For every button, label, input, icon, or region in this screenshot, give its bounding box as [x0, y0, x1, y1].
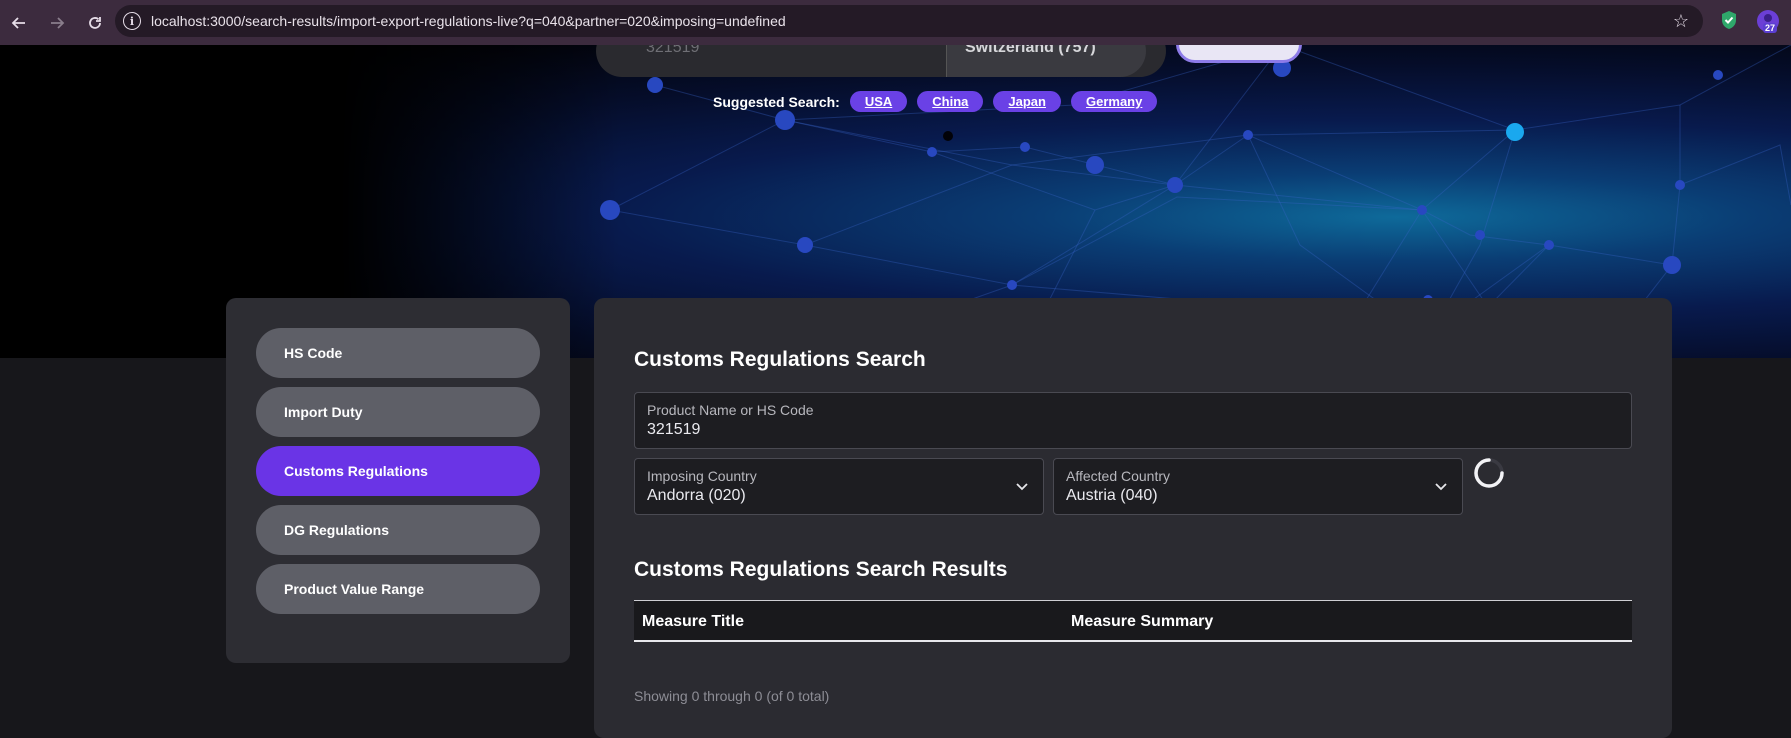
url-text[interactable]: localhost:3000/search-results/import-exp…	[151, 13, 786, 29]
product-field-value[interactable]: 321519	[647, 421, 700, 439]
affected-country-label: Affected Country	[1066, 468, 1171, 484]
sidebar-item-hs-code[interactable]: HS Code	[256, 328, 540, 378]
product-field[interactable]: Product Name or HS Code 321519	[634, 392, 1632, 449]
chevron-down-icon[interactable]	[1015, 479, 1029, 493]
affected-country-select[interactable]: Affected Country Austria (040)	[1053, 458, 1463, 515]
site-info-icon[interactable]: i	[123, 12, 141, 30]
suggestion-chip-germany[interactable]: Germany	[1070, 91, 1158, 112]
main-panel: Customs Regulations Search Product Name …	[594, 298, 1672, 738]
sidebar: HS Code Import Duty Customs Regulations …	[226, 298, 570, 663]
column-measure-summary[interactable]: Measure Summary	[1071, 613, 1213, 631]
results-table-header: Measure Title Measure Summary	[634, 600, 1632, 642]
imposing-country-label: Imposing Country	[647, 468, 757, 484]
page-title: Customs Regulations Search	[634, 348, 926, 371]
bookmark-star-icon[interactable]: ☆	[1673, 11, 1689, 32]
back-icon[interactable]	[6, 10, 32, 36]
sidebar-item-import-duty[interactable]: Import Duty	[256, 387, 540, 437]
sidebar-item-dg-regulations[interactable]: DG Regulations	[256, 505, 540, 555]
product-field-label: Product Name or HS Code	[647, 402, 814, 418]
suggestion-chip-usa[interactable]: USA	[849, 91, 908, 112]
address-bar[interactable]: i localhost:3000/search-results/import-e…	[115, 5, 1703, 37]
forward-icon[interactable]	[44, 10, 70, 36]
extension-count-badge: 27	[1763, 23, 1778, 33]
loading-spinner-icon	[1474, 458, 1504, 488]
suggested-search: Suggested Search: USA China Japan German…	[713, 91, 1158, 112]
column-measure-title[interactable]: Measure Title	[642, 613, 744, 631]
search-country-value: Switzerland (757)	[965, 45, 1096, 56]
affected-country-value: Austria (040)	[1066, 487, 1158, 504]
suggestion-chip-japan[interactable]: Japan	[993, 91, 1061, 112]
imposing-country-value: Andorra (020)	[647, 487, 746, 504]
reload-icon[interactable]	[82, 10, 108, 36]
suggestion-chip-china[interactable]: China	[917, 91, 984, 112]
results-title: Customs Regulations Search Results	[634, 558, 1008, 581]
sidebar-item-product-value-range[interactable]: Product Value Range	[256, 564, 540, 614]
browser-toolbar: i localhost:3000/search-results/import-e…	[0, 0, 1791, 45]
search-input-value: 321519	[646, 45, 700, 56]
sidebar-item-customs-regulations[interactable]: Customs Regulations	[256, 446, 540, 496]
imposing-country-select[interactable]: Imposing Country Andorra (020)	[634, 458, 1044, 515]
pagination-status: Showing 0 through 0 (of 0 total)	[634, 688, 830, 704]
shield-extension-icon[interactable]	[1720, 10, 1738, 30]
suggested-search-label: Suggested Search:	[713, 93, 840, 110]
chevron-down-icon[interactable]	[1434, 479, 1448, 493]
search-button[interactable]	[1176, 45, 1302, 63]
